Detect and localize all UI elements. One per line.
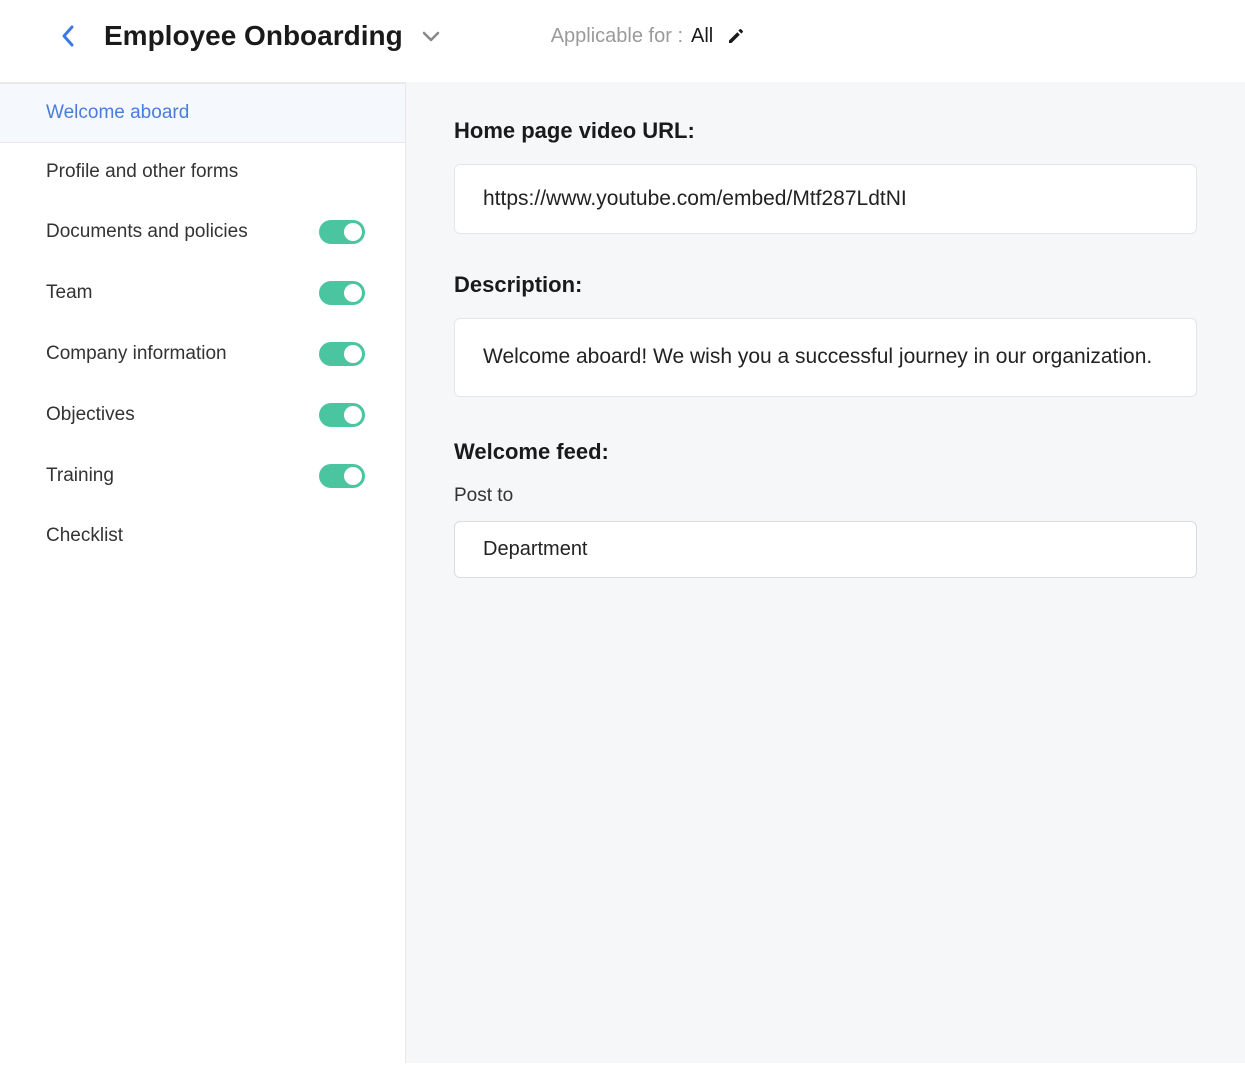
sidebar-item-label: Documents and policies [46, 221, 319, 243]
welcome-feed-label: Welcome feed: [454, 439, 1197, 465]
sidebar-item-label: Welcome aboard [46, 102, 365, 124]
sidebar-item-objectives[interactable]: Objectives [0, 385, 405, 446]
back-button[interactable] [60, 24, 76, 48]
post-to-select[interactable]: Department [454, 521, 1197, 578]
post-to-label: Post to [454, 485, 1197, 507]
page-header: Employee Onboarding Applicable for : All [0, 0, 1245, 82]
toggle-team[interactable] [319, 281, 365, 305]
sidebar-item-label: Checklist [46, 525, 365, 547]
sidebar-item-welcome-aboard[interactable]: Welcome aboard [0, 83, 405, 143]
sidebar-item-documents-and-policies[interactable]: Documents and policies [0, 202, 405, 263]
applicable-for: Applicable for : All [551, 25, 746, 48]
sidebar-item-label: Objectives [46, 404, 319, 426]
toggle-knob [344, 467, 362, 485]
chevron-left-icon [60, 24, 76, 48]
sidebar-item-training[interactable]: Training [0, 446, 405, 507]
edit-applicable-button[interactable] [727, 27, 745, 45]
video-url-input[interactable]: https://www.youtube.com/embed/Mtf287LdtN… [454, 164, 1197, 234]
description-input[interactable]: Welcome aboard! We wish you a successful… [454, 318, 1197, 397]
toggle-knob [344, 345, 362, 363]
applicable-value: All [691, 25, 713, 48]
sidebar-item-profile-and-other-forms[interactable]: Profile and other forms [0, 143, 405, 202]
sidebar-item-company-information[interactable]: Company information [0, 324, 405, 385]
sidebar-item-label: Company information [46, 343, 319, 365]
description-label: Description: [454, 272, 1197, 298]
toggle-knob [344, 406, 362, 424]
sidebar: Welcome aboard Profile and other forms Doc… [0, 82, 405, 1063]
toggle-objectives[interactable] [319, 403, 365, 427]
toggle-knob [344, 284, 362, 302]
chevron-down-icon [421, 29, 441, 43]
sidebar-item-label: Profile and other forms [46, 161, 365, 183]
applicable-label: Applicable for : [551, 25, 683, 48]
video-url-label: Home page video URL: [454, 118, 1197, 144]
page-title: Employee Onboarding [104, 20, 403, 52]
sidebar-item-label: Team [46, 282, 319, 304]
toggle-company-information[interactable] [319, 342, 365, 366]
pencil-icon [727, 27, 745, 45]
toggle-documents-and-policies[interactable] [319, 220, 365, 244]
title-dropdown[interactable] [421, 29, 441, 43]
sidebar-item-team[interactable]: Team [0, 263, 405, 324]
toggle-training[interactable] [319, 464, 365, 488]
sidebar-item-checklist[interactable]: Checklist [0, 507, 405, 566]
main-content: Home page video URL: https://www.youtube… [405, 82, 1245, 1063]
sidebar-item-label: Training [46, 465, 319, 487]
toggle-knob [344, 223, 362, 241]
